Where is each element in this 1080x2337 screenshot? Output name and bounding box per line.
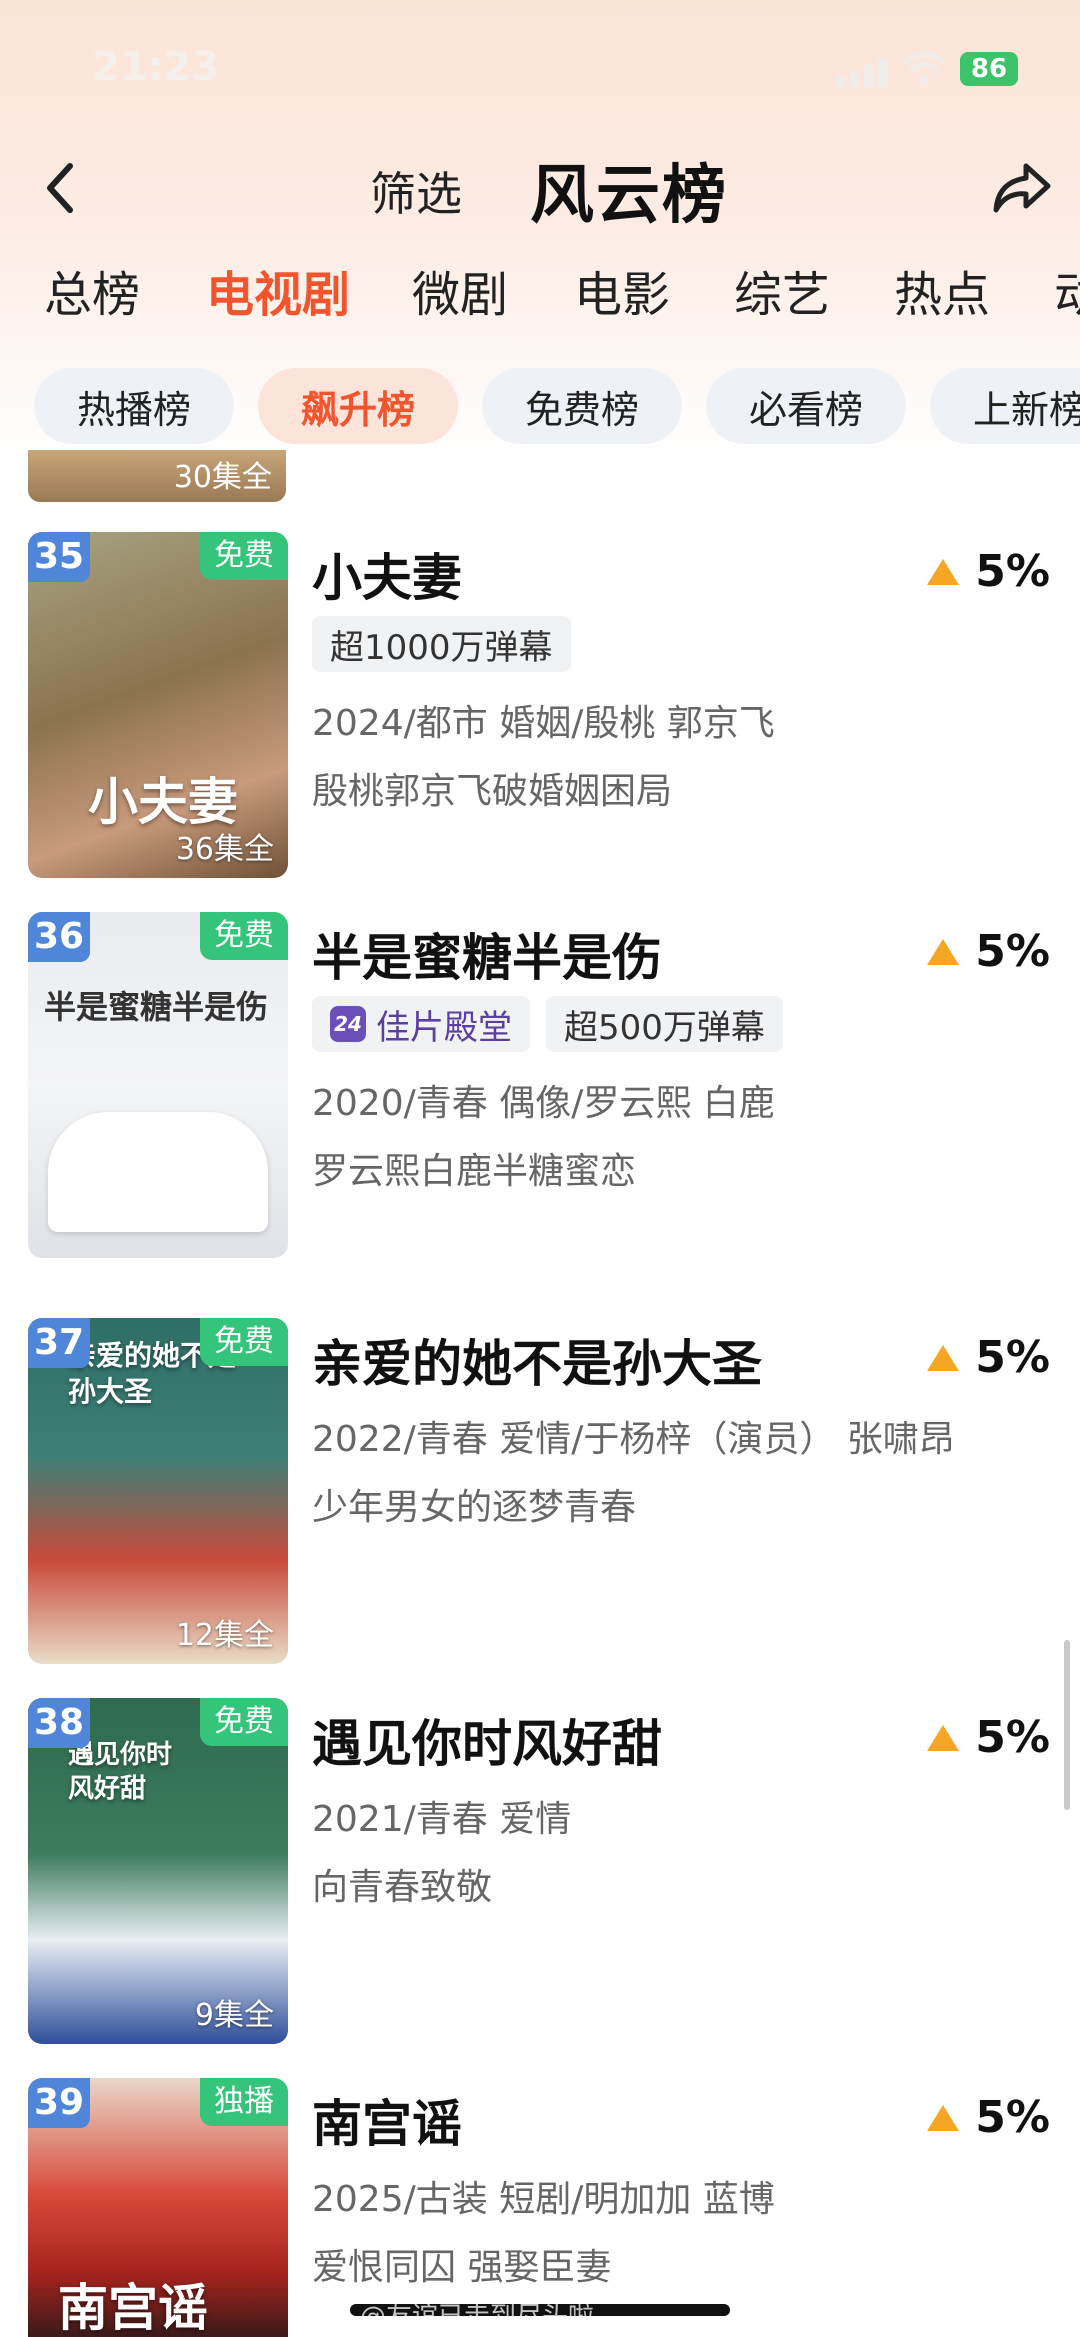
free-tag: 免费 bbox=[200, 1318, 288, 1366]
signal-icon bbox=[836, 58, 888, 88]
item-desc: 殷桃郭京飞破婚姻困局 bbox=[312, 771, 673, 812]
item-meta: 2025/古装 短剧/明加加 蓝博 bbox=[312, 2179, 775, 2220]
episode-count: 36集全 bbox=[175, 832, 274, 867]
episode-count: 30集全 bbox=[173, 460, 272, 495]
poster-title: 半是蜜糖半是伤 bbox=[44, 988, 269, 1026]
status-time: 21:23 bbox=[92, 44, 220, 90]
trend-value: 5% bbox=[975, 2092, 1050, 2143]
tab-variety[interactable]: 综艺 bbox=[734, 255, 830, 325]
subtab-rising[interactable]: 飙升榜 bbox=[258, 368, 458, 444]
rank-badge: 37 bbox=[28, 1318, 90, 1368]
list-item[interactable]: 遇见你时风好甜 38 免费 9集全 遇见你时风好甜 5% 2021/青春 爱情 … bbox=[0, 1698, 1080, 2048]
poster-figure bbox=[48, 1112, 268, 1232]
tab-tv-series[interactable]: 电视剧 bbox=[206, 255, 350, 325]
tab-anime[interactable]: 动 bbox=[1054, 255, 1080, 325]
poster[interactable]: 半是蜜糖半是伤 36 免费 bbox=[28, 912, 288, 1258]
arrow-up-icon bbox=[927, 2104, 960, 2131]
share-button[interactable] bbox=[990, 154, 1054, 218]
tab-hot[interactable]: 热点 bbox=[894, 255, 990, 325]
chevron-left-icon bbox=[47, 163, 73, 213]
item-title[interactable]: 亲爱的她不是孙大圣 bbox=[312, 1324, 762, 1396]
trend: 5% bbox=[927, 2092, 1050, 2143]
item-desc: 罗云熙白鹿半糖蜜恋 bbox=[312, 1151, 637, 1192]
premium-badge: 24 佳片殿堂 bbox=[312, 996, 530, 1052]
item-meta: 2021/青春 爱情 bbox=[312, 1799, 572, 1840]
danmaku-badge: 超500万弹幕 bbox=[546, 996, 783, 1052]
arrow-up-icon bbox=[927, 558, 960, 585]
back-button[interactable] bbox=[28, 156, 92, 220]
status-bar: 21:23 86 bbox=[0, 0, 1080, 130]
tab-overall[interactable]: 总榜 bbox=[44, 255, 140, 325]
episode-count: 12集全 bbox=[175, 1618, 274, 1653]
subtab-hot-play[interactable]: 热播榜 bbox=[34, 368, 234, 444]
item-title[interactable]: 小夫妻 bbox=[312, 538, 462, 610]
poster[interactable]: 小夫妻 35 免费 36集全 bbox=[28, 532, 288, 878]
item-meta: 2022/青春 爱情/于杨梓（演员） 张啸昂 bbox=[312, 1419, 955, 1460]
previous-item-thumbnail[interactable]: 30集全 bbox=[28, 450, 286, 502]
free-tag: 免费 bbox=[200, 912, 288, 960]
list-item[interactable]: 半是蜜糖半是伤 36 免费 半是蜜糖半是伤 5% 24 佳片殿堂 超500万弹幕 … bbox=[0, 912, 1080, 1262]
subtab-new[interactable]: 上新榜 bbox=[930, 368, 1080, 444]
poster-title: 遇见你时风好甜 bbox=[68, 1740, 173, 1804]
ranking-list: 30集全 小夫妻 35 免费 36集全 小夫妻 5% 超1000万弹幕 2024… bbox=[0, 450, 1080, 2337]
trend-value: 5% bbox=[975, 1332, 1050, 1383]
danmaku-badge: 超1000万弹幕 bbox=[312, 616, 571, 672]
rank-badge: 39 bbox=[28, 2078, 90, 2128]
crown-icon: 24 bbox=[330, 1006, 366, 1042]
share-icon bbox=[993, 163, 1051, 213]
arrow-up-icon bbox=[927, 1724, 960, 1751]
subtab-must-watch[interactable]: 必看榜 bbox=[706, 368, 906, 444]
premium-badge-label: 佳片殿堂 bbox=[376, 1007, 512, 1048]
wifi-icon bbox=[902, 51, 946, 85]
item-title[interactable]: 半是蜜糖半是伤 bbox=[312, 918, 662, 990]
item-title[interactable]: 南宫谣 bbox=[312, 2084, 462, 2156]
trend-value: 5% bbox=[975, 1712, 1050, 1763]
list-item[interactable]: 小夫妻 35 免费 36集全 小夫妻 5% 超1000万弹幕 2024/都市 婚… bbox=[0, 532, 1080, 882]
poster-title: 南宫谣 bbox=[58, 2279, 208, 2337]
trend: 5% bbox=[927, 1712, 1050, 1763]
header: 筛选 风云榜 bbox=[0, 130, 1080, 250]
item-desc: 向青春致敬 bbox=[312, 1867, 493, 1908]
scrollbar[interactable] bbox=[1064, 1640, 1070, 1810]
trend: 5% bbox=[927, 546, 1050, 597]
item-desc: 少年男女的逐梦青春 bbox=[312, 1487, 637, 1528]
filter-button[interactable]: 筛选 bbox=[370, 158, 462, 224]
free-tag: 免费 bbox=[200, 532, 288, 580]
item-title[interactable]: 遇见你时风好甜 bbox=[312, 1704, 662, 1776]
item-desc: 爱恨同囚 强娶臣妻 bbox=[312, 2247, 612, 2288]
sub-tabs: 热播榜 飙升榜 免费榜 必看榜 上新榜 bbox=[0, 368, 1080, 446]
item-meta: 2024/都市 婚姻/殷桃 郭京飞 bbox=[312, 703, 775, 744]
list-item[interactable]: 亲爱的她不是孙大圣 37 免费 12集全 亲爱的她不是孙大圣 5% 2022/青… bbox=[0, 1318, 1080, 1668]
rank-badge: 35 bbox=[28, 532, 90, 582]
episode-count: 9集全 bbox=[194, 1998, 274, 2033]
trend-value: 5% bbox=[975, 926, 1050, 977]
tab-movie[interactable]: 电影 bbox=[574, 255, 670, 325]
battery-icon: 86 bbox=[960, 52, 1018, 86]
badge-row: 超1000万弹幕 bbox=[312, 616, 571, 672]
free-tag: 免费 bbox=[200, 1698, 288, 1746]
page-title: 风云榜 bbox=[530, 159, 728, 233]
item-meta: 2020/青春 偶像/罗云熙 白鹿 bbox=[312, 1083, 775, 1124]
rank-badge: 38 bbox=[28, 1698, 90, 1748]
exclusive-tag: 独播 bbox=[200, 2078, 288, 2126]
trend: 5% bbox=[927, 1332, 1050, 1383]
arrow-up-icon bbox=[927, 1344, 960, 1371]
badge-row: 24 佳片殿堂 超500万弹幕 bbox=[312, 996, 783, 1052]
trend-value: 5% bbox=[975, 546, 1050, 597]
poster[interactable]: 亲爱的她不是孙大圣 37 免费 12集全 bbox=[28, 1318, 288, 1664]
rank-badge: 36 bbox=[28, 912, 90, 962]
subtab-free[interactable]: 免费榜 bbox=[482, 368, 682, 444]
poster[interactable]: 遇见你时风好甜 38 免费 9集全 bbox=[28, 1698, 288, 2044]
poster[interactable]: 南宫谣 39 独播 bbox=[28, 2078, 288, 2337]
trend: 5% bbox=[927, 926, 1050, 977]
category-tabs: 总榜 电视剧 微剧 电影 综艺 热点 动 bbox=[0, 255, 1080, 335]
watermark: @友谊已走到尽头啦 bbox=[360, 2302, 595, 2332]
tab-micro-drama[interactable]: 微剧 bbox=[412, 255, 508, 325]
arrow-up-icon bbox=[927, 938, 960, 965]
